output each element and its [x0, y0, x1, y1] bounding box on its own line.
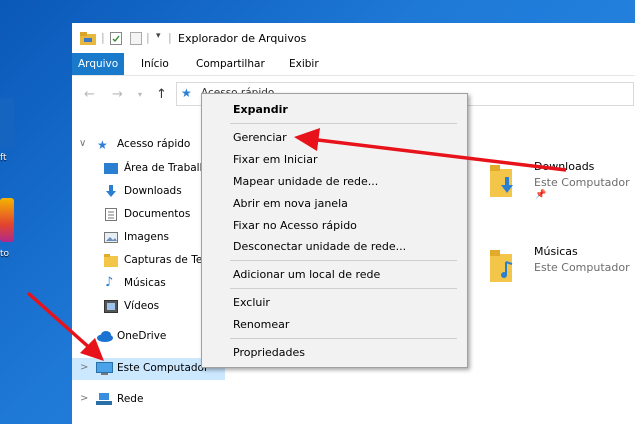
tab-exibir[interactable]: Exibir: [283, 53, 325, 75]
sidebar-item-label: OneDrive: [117, 330, 167, 342]
folder-name: Downloads: [534, 160, 595, 173]
menu-item-label: Excluir: [233, 296, 270, 309]
sidebar-item-label: Área de Trabalh: [124, 162, 207, 174]
menu-item-label: Propriedades: [233, 346, 305, 359]
menu-separator: [230, 260, 457, 261]
folder-location: Este Computador: [534, 261, 630, 274]
menu-item-open-new-window[interactable]: Abrir em nova janela: [202, 193, 467, 215]
menu-item-disconnect-network-drive[interactable]: Desconectar unidade de rede...: [202, 236, 467, 258]
divider: |: [101, 31, 105, 44]
menu-item-label: Fixar em Iniciar: [233, 153, 318, 166]
sidebar-item-label: Músicas: [124, 277, 166, 289]
star-icon: ★: [181, 86, 192, 100]
desktop-app-icon[interactable]: [0, 98, 14, 148]
new-folder-icon[interactable]: [130, 32, 142, 45]
title-bar: | | ▾ | Explorador de Arquivos: [72, 23, 635, 53]
ribbon-tabs: Arquivo Início Compartilhar Exibir: [72, 53, 635, 76]
folder-icon: [80, 32, 96, 45]
menu-item-properties[interactable]: Propriedades: [202, 342, 467, 364]
customize-toolbar-icon[interactable]: ▾: [156, 31, 161, 41]
pictures-icon: [104, 232, 118, 243]
menu-item-label: Gerenciar: [233, 131, 287, 144]
folder-location: Este Computador: [534, 176, 630, 189]
menu-item-label: Renomear: [233, 318, 290, 331]
music-note-icon: ♪: [105, 275, 114, 290]
divider: |: [168, 31, 172, 44]
sidebar-item-label: Documentos: [124, 208, 191, 220]
computer-icon: [96, 362, 113, 375]
chevron-down-icon[interactable]: ∨: [79, 138, 86, 149]
context-menu: Expandir Gerenciar Fixar em Iniciar Mape…: [201, 93, 468, 368]
sidebar-item-label: Rede: [117, 393, 144, 405]
tab-compartilhar[interactable]: Compartilhar: [190, 53, 271, 75]
video-icon: [104, 300, 118, 313]
menu-separator: [230, 123, 457, 124]
menu-item-label: Desconectar unidade de rede...: [233, 240, 407, 253]
music-folder-icon: [490, 250, 513, 282]
divider: |: [146, 31, 150, 44]
tab-inicio[interactable]: Início: [135, 53, 175, 75]
menu-separator: [230, 338, 457, 339]
sidebar-item-label: Vídeos: [124, 300, 160, 312]
properties-icon[interactable]: [110, 32, 122, 45]
downloads-folder-icon: [490, 165, 513, 197]
menu-item-expand[interactable]: Expandir: [202, 99, 467, 121]
desktop-icon-label: ft: [0, 153, 7, 163]
desktop-icon: [104, 163, 118, 174]
folder-name: Músicas: [534, 245, 578, 258]
chevron-right-icon[interactable]: >: [80, 393, 88, 404]
sidebar-item-label: Este Computador: [117, 362, 209, 374]
folder-icon: [104, 254, 118, 267]
sidebar-item-label: Downloads: [124, 185, 182, 197]
menu-item-label: Fixar no Acesso rápido: [233, 219, 357, 232]
menu-item-delete[interactable]: Excluir: [202, 292, 467, 314]
network-icon: [96, 393, 112, 405]
menu-item-label: Adicionar um local de rede: [233, 268, 381, 281]
menu-item-label: Abrir em nova janela: [233, 197, 348, 210]
sidebar-item-label: Acesso rápido: [117, 138, 191, 150]
menu-item-manage[interactable]: Gerenciar: [202, 127, 467, 149]
menu-item-rename[interactable]: Renomear: [202, 314, 467, 336]
chevron-right-icon[interactable]: >: [80, 362, 88, 373]
star-icon: ★: [97, 138, 108, 152]
cloud-icon: [97, 331, 113, 342]
up-arrow-icon[interactable]: ↑: [156, 87, 167, 102]
pin-icon: 📌: [535, 190, 547, 200]
menu-item-add-network-location[interactable]: Adicionar um local de rede: [202, 264, 467, 286]
back-arrow-icon[interactable]: ←: [84, 87, 95, 102]
sidebar-item-label: Imagens: [124, 231, 170, 243]
window-title: Explorador de Arquivos: [178, 32, 307, 45]
menu-item-pin-to-start[interactable]: Fixar em Iniciar: [202, 149, 467, 171]
desktop-icon-label: to: [0, 249, 10, 259]
document-icon: [105, 208, 117, 221]
forward-arrow-icon[interactable]: →: [112, 87, 123, 102]
recent-locations-icon[interactable]: ▾: [138, 90, 142, 99]
tab-arquivo[interactable]: Arquivo: [72, 53, 125, 75]
download-arrow-icon: [106, 185, 116, 197]
menu-item-label: Mapear unidade de rede...: [233, 175, 379, 188]
menu-item-pin-quick-access[interactable]: Fixar no Acesso rápido: [202, 215, 467, 237]
sidebar-item-network[interactable]: > Rede: [72, 389, 225, 411]
sidebar-item-label: Capturas de Te: [124, 254, 203, 266]
menu-item-map-network-drive[interactable]: Mapear unidade de rede...: [202, 171, 467, 193]
menu-separator: [230, 288, 457, 289]
desktop-app-icon[interactable]: [0, 198, 14, 242]
menu-item-label: Expandir: [233, 103, 288, 116]
